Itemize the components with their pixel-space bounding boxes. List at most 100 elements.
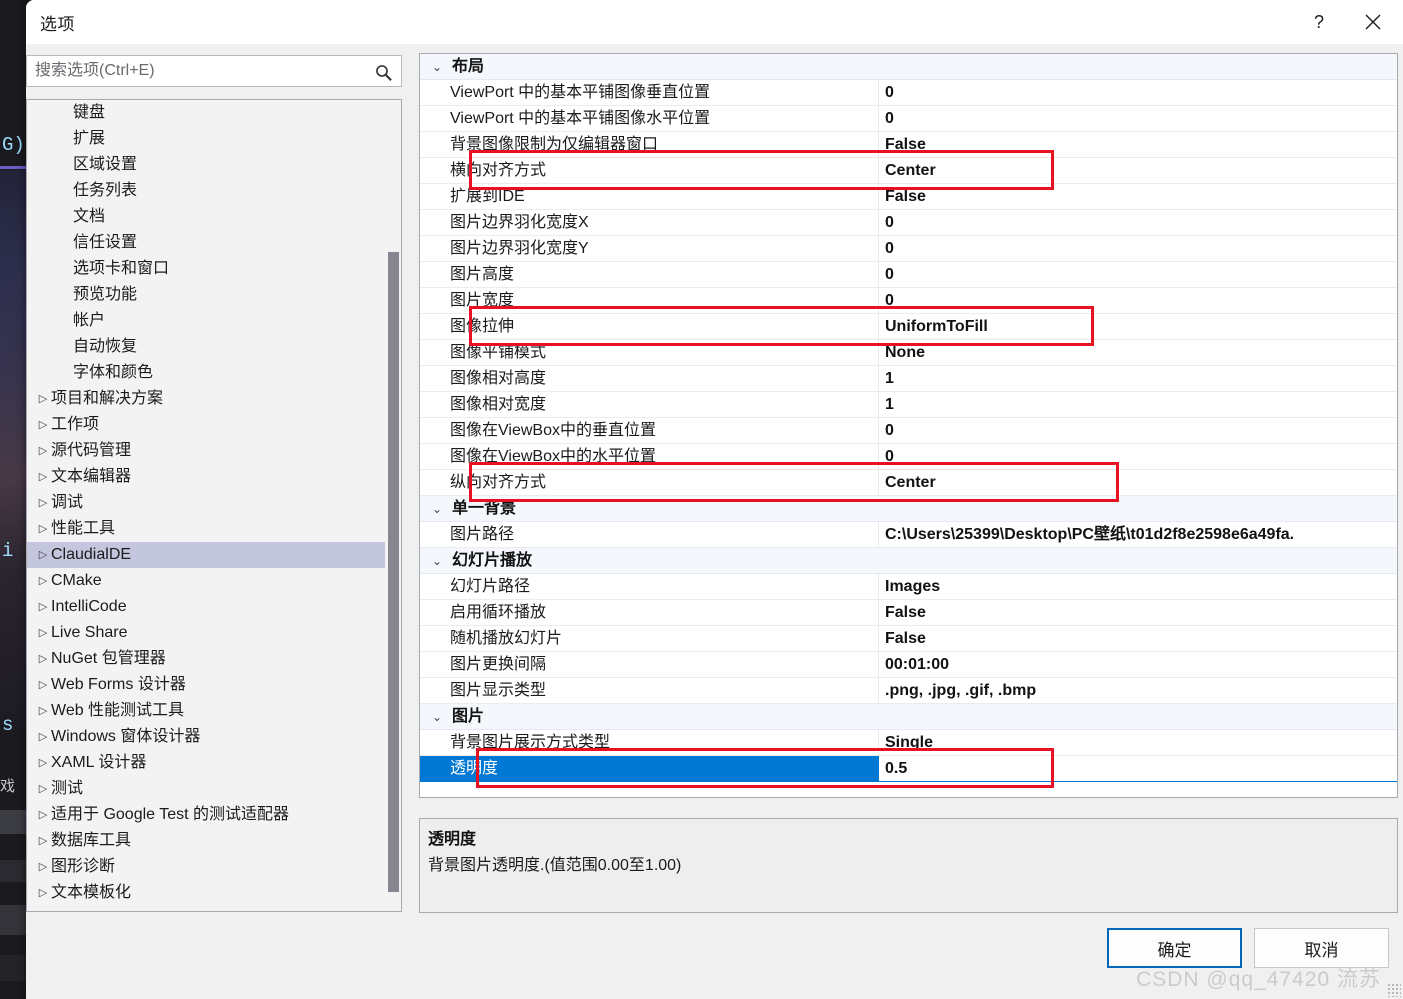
ok-button[interactable]: 确定	[1107, 928, 1242, 968]
property-value[interactable]: None	[885, 340, 1395, 366]
property-value[interactable]: 0.5	[885, 756, 1395, 782]
property-row[interactable]: 图像在ViewBox中的水平位置 0	[420, 444, 1397, 470]
property-value[interactable]: 0	[885, 236, 1395, 262]
tree-item[interactable]: ▷ 源代码管理	[27, 438, 401, 464]
tree-item[interactable]: ▷ XAML 设计器	[27, 750, 401, 776]
tree-item-selected[interactable]: ▷ ClaudialDE	[27, 542, 401, 568]
close-icon[interactable]	[1349, 0, 1397, 44]
tree-item[interactable]: ▷ NuGet 包管理器	[27, 646, 401, 672]
chevron-right-icon[interactable]: ▷	[35, 828, 51, 854]
property-row[interactable]: 图像在ViewBox中的垂直位置 0	[420, 418, 1397, 444]
property-value[interactable]: Images	[885, 574, 1395, 600]
chevron-right-icon[interactable]: ▷	[35, 750, 51, 776]
tree-item[interactable]: ▷ 文本编辑器	[27, 464, 401, 490]
chevron-down-icon[interactable]: ⌄	[428, 54, 446, 80]
tree-item[interactable]: ▷ IntelliCode	[27, 594, 401, 620]
chevron-right-icon[interactable]: ▷	[35, 646, 51, 672]
tree-item[interactable]: ▷ 图形诊断	[27, 854, 401, 880]
property-row[interactable]: 图像拉伸 UniformToFill	[420, 314, 1397, 340]
property-value[interactable]: False	[885, 600, 1395, 626]
search-icon[interactable]	[371, 60, 395, 84]
chevron-right-icon[interactable]: ▷	[35, 802, 51, 828]
property-value[interactable]: 0	[885, 106, 1395, 132]
property-value[interactable]: 0	[885, 210, 1395, 236]
property-grid[interactable]: ⌄ 布局 ViewPort 中的基本平铺图像垂直位置 0 ViewPort 中的基本平铺…	[419, 53, 1398, 798]
options-category-tree[interactable]: 键盘 扩展 区域设置 任务列表 文档 信任设置 选项卡和窗口 预览功能 帐户 自动恢复 字体和颜色 ▷…	[26, 99, 402, 912]
property-row[interactable]: 图像相对高度 1	[420, 366, 1397, 392]
property-value[interactable]: 0	[885, 444, 1395, 470]
property-row[interactable]: 图像平铺模式 None	[420, 340, 1397, 366]
chevron-right-icon[interactable]: ▷	[35, 490, 51, 516]
tree-item[interactable]: 自动恢复	[27, 334, 401, 360]
property-value[interactable]: C:\Users\25399\Desktop\PC壁纸\t01d2f8e2598…	[885, 522, 1395, 548]
property-section-header[interactable]: ⌄ 幻灯片播放	[420, 548, 1397, 574]
chevron-right-icon[interactable]: ▷	[35, 568, 51, 594]
chevron-right-icon[interactable]: ▷	[35, 672, 51, 698]
property-value[interactable]: 00:01:00	[885, 652, 1395, 678]
chevron-down-icon[interactable]: ⌄	[428, 704, 446, 730]
property-value[interactable]: UniformToFill	[885, 314, 1395, 340]
property-row[interactable]: 图像相对宽度 1	[420, 392, 1397, 418]
property-section-header[interactable]: ⌄ 布局	[420, 54, 1397, 80]
property-row[interactable]: 图片路径 C:\Users\25399\Desktop\PC壁纸\t01d2f8e…	[420, 522, 1397, 548]
property-row[interactable]: 图片高度 0	[420, 262, 1397, 288]
chevron-down-icon[interactable]: ⌄	[428, 496, 446, 522]
chevron-right-icon[interactable]: ▷	[35, 594, 51, 620]
chevron-right-icon[interactable]: ▷	[35, 854, 51, 880]
tree-item[interactable]: ▷ 调试	[27, 490, 401, 516]
property-value[interactable]: False	[885, 626, 1395, 652]
search-input[interactable]	[27, 56, 367, 86]
chevron-right-icon[interactable]: ▷	[35, 438, 51, 464]
chevron-right-icon[interactable]: ▷	[35, 880, 51, 906]
property-row-selected[interactable]: 透明度 0.5	[420, 756, 1397, 782]
property-row[interactable]: 图片宽度 0	[420, 288, 1397, 314]
property-value[interactable]: 0	[885, 418, 1395, 444]
tree-item[interactable]: 帐户	[27, 308, 401, 334]
chevron-right-icon[interactable]: ▷	[35, 516, 51, 542]
chevron-right-icon[interactable]: ▷	[35, 542, 51, 568]
tree-item[interactable]: 字体和颜色	[27, 360, 401, 386]
property-value[interactable]: 1	[885, 366, 1395, 392]
property-row[interactable]: 背景图像限制为仅编辑器窗口 False	[420, 132, 1397, 158]
tree-item[interactable]: ▷ Web Forms 设计器	[27, 672, 401, 698]
property-value[interactable]: False	[885, 184, 1395, 210]
property-value[interactable]: 0	[885, 80, 1395, 106]
tree-item[interactable]: ▷ Web 性能测试工具	[27, 698, 401, 724]
tree-scrollbar-thumb[interactable]	[388, 252, 399, 892]
tree-item[interactable]: ▷ 适用于 Google Test 的测试适配器	[27, 802, 401, 828]
tree-item[interactable]: 文档	[27, 204, 401, 230]
property-value[interactable]: .png, .jpg, .gif, .bmp	[885, 678, 1395, 704]
chevron-right-icon[interactable]: ▷	[35, 724, 51, 750]
chevron-right-icon[interactable]: ▷	[35, 620, 51, 646]
property-value[interactable]: 0	[885, 262, 1395, 288]
tree-item[interactable]: ▷ CMake	[27, 568, 401, 594]
property-row[interactable]: 横向对齐方式 Center	[420, 158, 1397, 184]
help-button[interactable]: ?	[1295, 0, 1343, 44]
property-section-header[interactable]: ⌄ 图片	[420, 704, 1397, 730]
tree-item[interactable]: 任务列表	[27, 178, 401, 204]
property-value[interactable]: Center	[885, 470, 1395, 496]
tree-item[interactable]: ▷ 测试	[27, 776, 401, 802]
property-row[interactable]: 扩展到IDE False	[420, 184, 1397, 210]
property-row[interactable]: 幻灯片路径 Images	[420, 574, 1397, 600]
tree-item[interactable]: 信任设置	[27, 230, 401, 256]
property-section-header[interactable]: ⌄ 单一背景	[420, 496, 1397, 522]
property-row[interactable]: 图片边界羽化宽度Y 0	[420, 236, 1397, 262]
tree-item[interactable]: ▷ 数据库工具	[27, 828, 401, 854]
tree-item[interactable]: ▷ Live Share	[27, 620, 401, 646]
chevron-right-icon[interactable]: ▷	[35, 776, 51, 802]
property-row[interactable]: 图片显示类型 .png, .jpg, .gif, .bmp	[420, 678, 1397, 704]
property-value[interactable]: 1	[885, 392, 1395, 418]
property-row[interactable]: ViewPort 中的基本平铺图像垂直位置 0	[420, 80, 1397, 106]
property-row[interactable]: 图片边界羽化宽度X 0	[420, 210, 1397, 236]
tree-item[interactable]: 预览功能	[27, 282, 401, 308]
chevron-right-icon[interactable]: ▷	[35, 698, 51, 724]
property-row[interactable]: 背景图片展示方式类型 Single	[420, 730, 1397, 756]
property-row[interactable]: 图片更换间隔 00:01:00	[420, 652, 1397, 678]
property-value[interactable]: False	[885, 132, 1395, 158]
chevron-down-icon[interactable]: ⌄	[428, 548, 446, 574]
chevron-right-icon[interactable]: ▷	[35, 464, 51, 490]
property-row[interactable]: 随机播放幻灯片 False	[420, 626, 1397, 652]
property-row[interactable]: 启用循环播放 False	[420, 600, 1397, 626]
property-row[interactable]: ViewPort 中的基本平铺图像水平位置 0	[420, 106, 1397, 132]
